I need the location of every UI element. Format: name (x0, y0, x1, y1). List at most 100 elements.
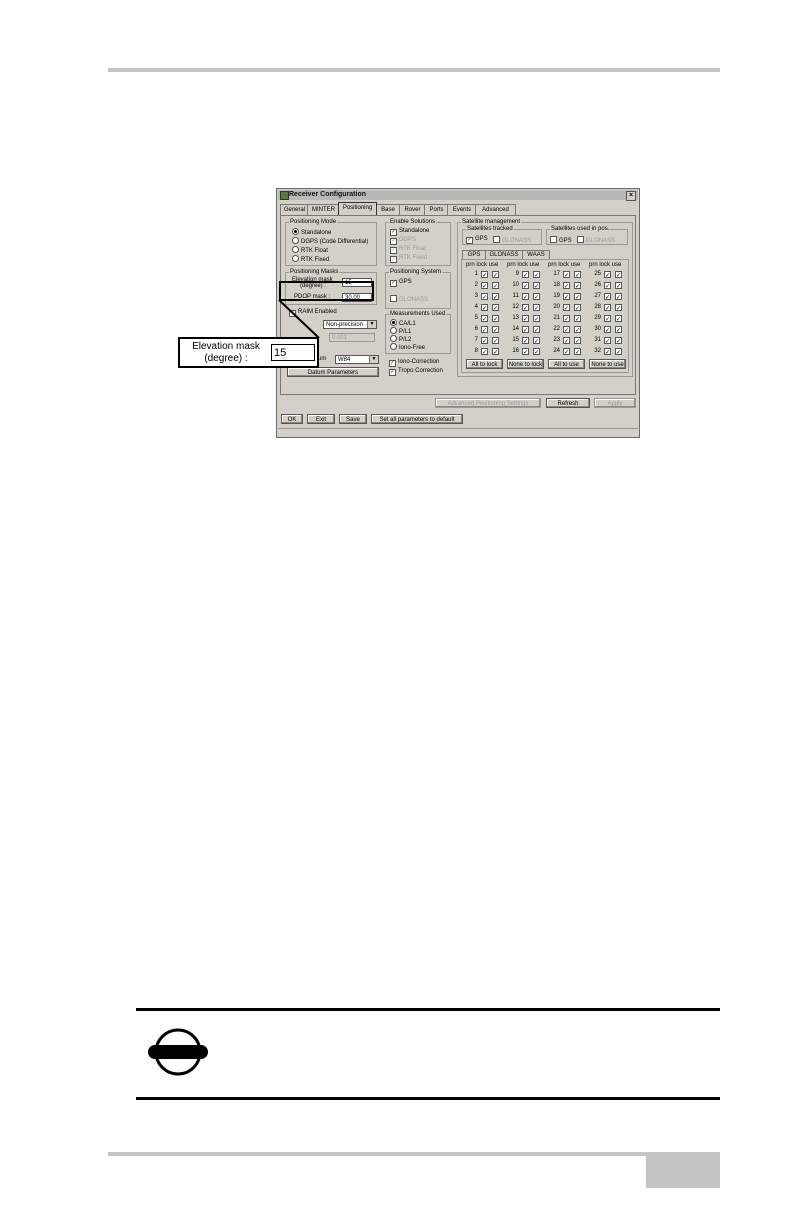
mode-rtk-float-radio[interactable]: RTK Float (292, 246, 328, 255)
satellite-use-checkbox[interactable]: ✓ (492, 293, 499, 301)
satellite-use-checkbox[interactable]: ✓ (615, 271, 622, 279)
set-defaults-button[interactable]: Set all parameters to default (371, 414, 463, 424)
tropo-correction-checkbox[interactable]: ✓ Tropo Correction (389, 368, 443, 376)
satellite-lock-checkbox[interactable]: ✓ (522, 315, 529, 323)
satellite-use-checkbox[interactable]: ✓ (492, 282, 499, 290)
satellite-use-checkbox[interactable]: ✓ (492, 326, 499, 334)
satellite-use-checkbox[interactable]: ✓ (615, 326, 622, 334)
satellite-use-checkbox[interactable]: ✓ (574, 348, 581, 356)
mode-standalone-radio[interactable]: Standalone (292, 228, 331, 237)
meas-iono-free-radio[interactable]: Iono-Free (390, 343, 425, 352)
mode-dgps-radio[interactable]: DGPS (Code Differential) (292, 237, 368, 246)
satellite-lock-checkbox[interactable]: ✓ (604, 348, 611, 356)
none-to-lock-button[interactable]: None to lock (507, 359, 544, 369)
satellite-lock-checkbox[interactable]: ✓ (522, 293, 529, 301)
close-icon[interactable]: × (626, 191, 636, 201)
satellite-lock-checkbox[interactable]: ✓ (481, 315, 488, 323)
satellite-lock-checkbox[interactable]: ✓ (604, 271, 611, 279)
satellite-lock-checkbox[interactable]: ✓ (604, 315, 611, 323)
all-to-lock-button[interactable]: All to lock (466, 359, 503, 369)
satellite-lock-checkbox[interactable]: ✓ (522, 304, 529, 312)
satellite-lock-checkbox[interactable]: ✓ (604, 326, 611, 334)
system-gps-checkbox[interactable]: ✓ GPS (390, 279, 412, 287)
satellite-lock-checkbox[interactable]: ✓ (604, 282, 611, 290)
none-to-use-button[interactable]: None to use (589, 359, 626, 369)
satellite-lock-checkbox[interactable]: ✓ (563, 326, 570, 334)
tab-positioning[interactable]: Positioning (338, 202, 377, 215)
satellite-lock-checkbox[interactable]: ✓ (522, 282, 529, 290)
tab-rover[interactable]: Rover (399, 204, 426, 215)
satellite-lock-checkbox[interactable]: ✓ (604, 293, 611, 301)
tab-advanced[interactable]: Advanced (475, 204, 516, 215)
satellite-lock-checkbox[interactable]: ✓ (604, 337, 611, 345)
used-gps-checkbox[interactable]: GPS (550, 236, 572, 245)
tab-minter[interactable]: MINTER (307, 204, 340, 215)
system-glonass-checkbox: GLONASS (390, 295, 428, 304)
satellite-lock-checkbox[interactable]: ✓ (522, 337, 529, 345)
satellite-use-checkbox[interactable]: ✓ (492, 337, 499, 345)
satellite-lock-checkbox[interactable]: ✓ (481, 326, 488, 334)
tab-events[interactable]: Events (447, 204, 477, 215)
satellite-lock-checkbox[interactable]: ✓ (481, 271, 488, 279)
raim-mode-select[interactable]: Non-precision ▼ (323, 320, 377, 329)
satellite-lock-checkbox[interactable]: ✓ (481, 282, 488, 290)
satellite-use-checkbox[interactable]: ✓ (533, 326, 540, 334)
satellite-lock-checkbox[interactable]: ✓ (563, 293, 570, 301)
tab-ports[interactable]: Ports (424, 204, 449, 215)
satellite-use-checkbox[interactable]: ✓ (574, 293, 581, 301)
satellite-lock-checkbox[interactable]: ✓ (481, 337, 488, 345)
mode-rtk-fixed-radio[interactable]: RTK Fixed (292, 255, 329, 264)
satellite-use-checkbox[interactable]: ✓ (615, 315, 622, 323)
satellite-use-checkbox[interactable]: ✓ (533, 337, 540, 345)
satellite-lock-checkbox[interactable]: ✓ (481, 348, 488, 356)
tracked-gps-checkbox[interactable]: ✓ GPS (466, 236, 488, 244)
tab-general[interactable]: General (280, 204, 309, 215)
satellite-lock-checkbox[interactable]: ✓ (563, 271, 570, 279)
iono-correction-checkbox[interactable]: ✓ Iono-Correction (389, 359, 439, 367)
satellite-use-checkbox[interactable]: ✓ (574, 326, 581, 334)
satellite-lock-checkbox[interactable]: ✓ (563, 348, 570, 356)
save-button[interactable]: Save (339, 414, 367, 424)
satellite-use-checkbox[interactable]: ✓ (533, 304, 540, 312)
satellite-use-checkbox[interactable]: ✓ (615, 337, 622, 345)
satellite-lock-checkbox[interactable]: ✓ (563, 304, 570, 312)
satellite-prn: 10 (512, 282, 519, 288)
satellite-use-checkbox[interactable]: ✓ (533, 315, 540, 323)
satellite-use-checkbox[interactable]: ✓ (533, 282, 540, 290)
satellite-use-checkbox[interactable]: ✓ (574, 337, 581, 345)
satellite-use-checkbox[interactable]: ✓ (574, 304, 581, 312)
current-datum-select[interactable]: W84 ▼ (335, 355, 379, 364)
satellite-lock-checkbox[interactable]: ✓ (522, 271, 529, 279)
satellite-use-checkbox[interactable]: ✓ (615, 348, 622, 356)
satellite-lock-checkbox[interactable]: ✓ (481, 293, 488, 301)
satellite-lock-checkbox[interactable]: ✓ (563, 315, 570, 323)
satellite-lock-checkbox[interactable]: ✓ (481, 304, 488, 312)
satellite-use-checkbox[interactable]: ✓ (533, 293, 540, 301)
satellite-use-checkbox[interactable]: ✓ (492, 304, 499, 312)
datum-parameters-button[interactable]: Datum Parameters (287, 367, 379, 377)
satellite-use-checkbox[interactable]: ✓ (533, 271, 540, 279)
satellite-use-checkbox[interactable]: ✓ (574, 271, 581, 279)
satellite-use-checkbox[interactable]: ✓ (615, 304, 622, 312)
satellite-lock-checkbox[interactable]: ✓ (604, 304, 611, 312)
satellite-use-checkbox[interactable]: ✓ (492, 315, 499, 323)
refresh-button[interactable]: Refresh (546, 398, 590, 408)
satellite-use-checkbox[interactable]: ✓ (574, 282, 581, 290)
satellite-use-checkbox[interactable]: ✓ (492, 348, 499, 356)
ok-button[interactable]: OK (281, 414, 303, 424)
all-to-use-button[interactable]: All to use (548, 359, 585, 369)
satellite-lock-checkbox[interactable]: ✓ (522, 326, 529, 334)
tab-base[interactable]: Base (375, 204, 401, 215)
satellite-lock-checkbox[interactable]: ✓ (563, 337, 570, 345)
satellite-use-checkbox[interactable]: ✓ (615, 282, 622, 290)
satellite-lock-checkbox[interactable]: ✓ (563, 282, 570, 290)
raim-enabled-checkbox[interactable]: ✓ RAIM Enabled (289, 309, 337, 317)
measurements-used-title: Measurements Used (389, 311, 447, 318)
satellite-lock-checkbox[interactable]: ✓ (522, 348, 529, 356)
satellite-use-checkbox[interactable]: ✓ (574, 315, 581, 323)
satellite-use-checkbox[interactable]: ✓ (492, 271, 499, 279)
satellite-use-checkbox[interactable]: ✓ (615, 293, 622, 301)
exit-button[interactable]: Exit (307, 414, 335, 424)
solution-standalone-checkbox[interactable]: ✓ Standalone (390, 228, 429, 236)
satellite-use-checkbox[interactable]: ✓ (533, 348, 540, 356)
